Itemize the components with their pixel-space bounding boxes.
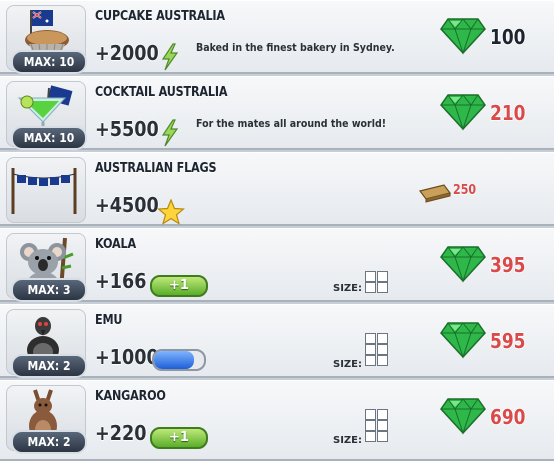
item-bonus: +166 bbox=[95, 269, 147, 293]
item-description: Baked in the finest bakery in Sydney. bbox=[196, 41, 395, 54]
item-icon-box: MAX: 10 bbox=[6, 81, 87, 150]
lightning-bolt-icon bbox=[161, 119, 179, 147]
shop-item-row[interactable]: MAX: 2 EMU +1000 SIZE: 595 bbox=[0, 304, 554, 378]
item-bonus: +2000 bbox=[95, 41, 159, 65]
shop-item-row[interactable]: MAX: 10 CUPCAKE AUSTRALIA +2000 Baked in… bbox=[0, 0, 554, 74]
item-price: 210 bbox=[490, 101, 526, 125]
item-icon-box: MAX: 2 bbox=[6, 309, 87, 378]
green-gem-icon bbox=[440, 322, 486, 359]
size-grid bbox=[365, 409, 389, 442]
item-bonus: +5500 bbox=[95, 117, 159, 141]
item-icon-box: MAX: 3 bbox=[6, 233, 87, 302]
shop-item-row[interactable]: MAX: 10 COCKTAIL AUSTRALIA +5500 For the… bbox=[0, 76, 554, 150]
max-quantity-badge: MAX: 2 bbox=[11, 354, 87, 378]
item-description: For the mates all around the world! bbox=[196, 117, 387, 130]
wood-plank-icon bbox=[418, 184, 452, 203]
green-gem-icon bbox=[440, 18, 486, 55]
green-gem-icon bbox=[440, 398, 486, 435]
size-label: SIZE: bbox=[333, 283, 363, 294]
item-price: 595 bbox=[490, 329, 526, 353]
max-quantity-badge: MAX: 2 bbox=[11, 430, 87, 454]
item-icon-box: MAX: 10 bbox=[6, 5, 87, 74]
progress-bar-fill bbox=[154, 351, 194, 369]
lightning-bolt-icon bbox=[161, 43, 179, 71]
item-title: AUSTRALIAN FLAGS bbox=[95, 161, 217, 176]
item-price: 690 bbox=[490, 405, 526, 429]
item-title: COCKTAIL AUSTRALIA bbox=[95, 85, 228, 100]
progress-bar bbox=[152, 349, 206, 371]
energy-bonus-pill: +1 bbox=[150, 275, 208, 297]
energy-bonus-value: +1 bbox=[169, 430, 189, 445]
green-gem-icon bbox=[440, 246, 486, 283]
shop-item-list: MAX: 10 CUPCAKE AUSTRALIA +2000 Baked in… bbox=[0, 0, 554, 461]
shop-item-row[interactable]: MAX: 3 KOALA +166 +1 SIZE: 395 bbox=[0, 228, 554, 302]
max-quantity-badge: MAX: 10 bbox=[11, 126, 87, 150]
energy-bonus-value: +1 bbox=[169, 278, 189, 293]
item-price: 395 bbox=[490, 253, 526, 277]
size-label: SIZE: bbox=[333, 435, 363, 446]
item-price: 250 bbox=[453, 183, 477, 198]
size-grid bbox=[365, 271, 389, 293]
max-quantity-badge: MAX: 3 bbox=[11, 278, 87, 302]
item-bonus: +220 bbox=[95, 421, 147, 445]
max-quantity-badge: MAX: 10 bbox=[11, 50, 87, 74]
size-label: SIZE: bbox=[333, 359, 363, 370]
shop-item-row[interactable]: MAX: 2 KANGAROO +220 +1 SIZE: 690 bbox=[0, 380, 554, 461]
size-grid bbox=[365, 333, 389, 366]
item-title: KANGAROO bbox=[95, 389, 166, 404]
star-icon bbox=[157, 199, 185, 225]
bunting-flags-icon bbox=[11, 168, 77, 214]
item-price: 100 bbox=[490, 25, 526, 49]
item-icon-box: MAX: 2 bbox=[6, 385, 87, 454]
item-icon-box bbox=[6, 157, 86, 223]
energy-bonus-pill: +1 bbox=[150, 427, 208, 449]
item-title: EMU bbox=[95, 313, 123, 328]
item-title: KOALA bbox=[95, 237, 136, 252]
item-bonus: +4500 bbox=[95, 193, 159, 217]
green-gem-icon bbox=[440, 94, 486, 131]
shop-item-row[interactable]: AUSTRALIAN FLAGS +4500 250 bbox=[0, 152, 554, 226]
item-bonus: +1000 bbox=[95, 345, 159, 369]
item-title: CUPCAKE AUSTRALIA bbox=[95, 9, 225, 24]
